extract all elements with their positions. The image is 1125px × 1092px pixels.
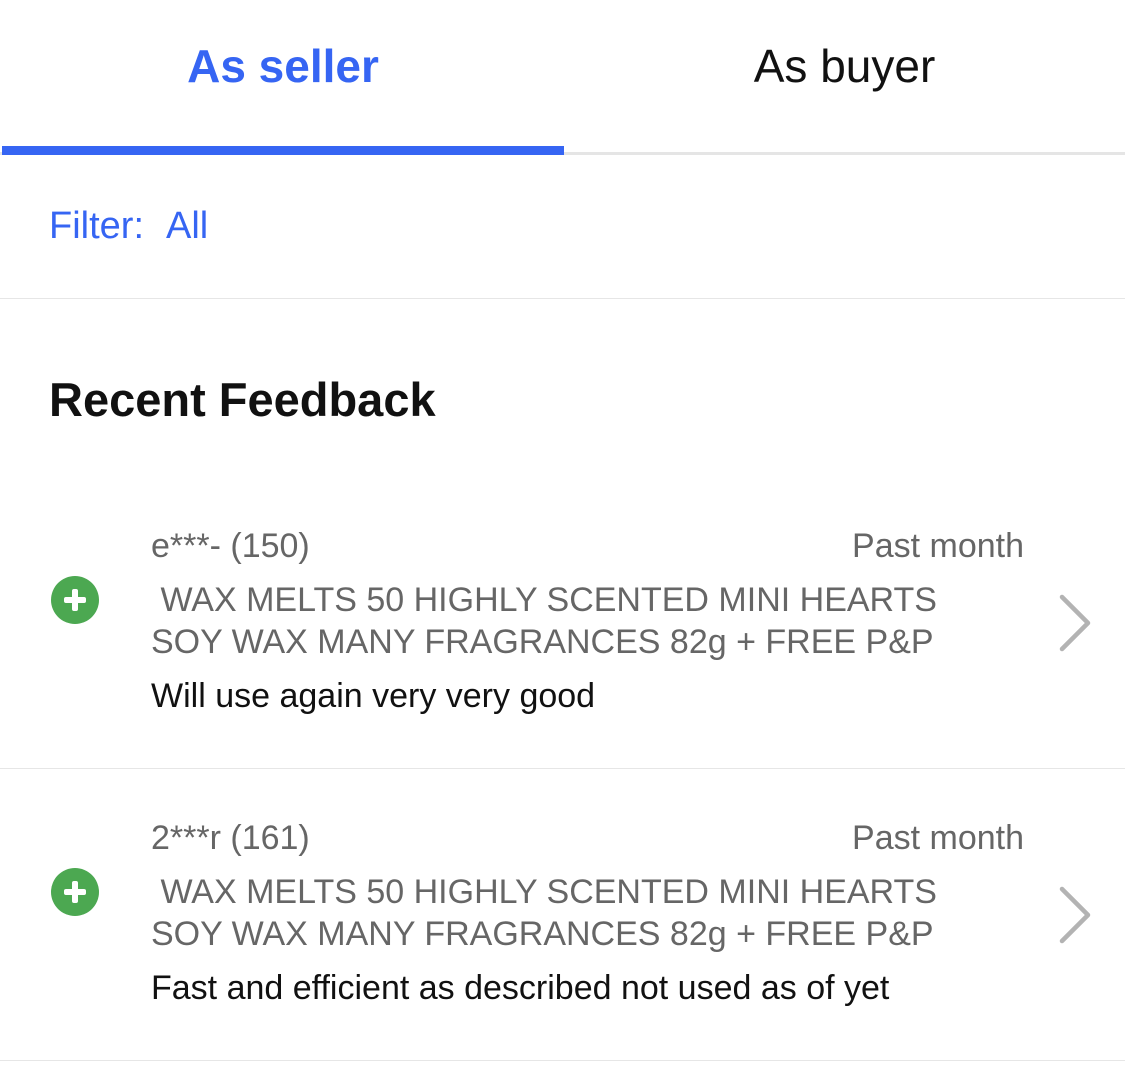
filter-label: Filter: [49, 205, 144, 247]
divider [0, 1060, 1125, 1061]
plus-circle-icon [51, 576, 99, 624]
feedback-user: 2***r (161) [151, 819, 310, 857]
chevron-right-icon [1059, 886, 1091, 944]
tab-as-buyer-label: As buyer [753, 40, 936, 92]
feedback-time: Past month [852, 819, 1024, 857]
feedback-item-title: WAX MELTS 50 HIGHLY SCENTED MINI HEARTS … [151, 873, 937, 953]
divider [0, 298, 1125, 299]
tab-as-seller[interactable]: As seller [2, 0, 564, 150]
feedback-comment: Will use again very very good [151, 677, 596, 715]
filter-button[interactable]: Filter: All [49, 205, 208, 248]
feedback-user: e***- (150) [151, 527, 310, 565]
tab-as-seller-label: As seller [187, 40, 379, 92]
active-tab-indicator [2, 146, 564, 155]
feedback-row[interactable]: 2***r (161) Past month WAX MELTS 50 HIGH… [0, 819, 1125, 1059]
divider [0, 768, 1125, 769]
plus-circle-icon [51, 868, 99, 916]
section-title: Recent Feedback [49, 373, 436, 426]
feedback-item-title: WAX MELTS 50 HIGHLY SCENTED MINI HEARTS … [151, 581, 937, 661]
filter-value: All [166, 205, 209, 247]
chevron-right-icon [1059, 594, 1091, 652]
feedback-tabs: As seller As buyer [0, 0, 1125, 156]
feedback-row[interactable]: e***- (150) Past month WAX MELTS 50 HIGH… [0, 527, 1125, 767]
feedback-comment: Fast and efficient as described not used… [151, 969, 890, 1007]
tab-as-buyer[interactable]: As buyer [564, 0, 1125, 150]
feedback-time: Past month [852, 527, 1024, 565]
